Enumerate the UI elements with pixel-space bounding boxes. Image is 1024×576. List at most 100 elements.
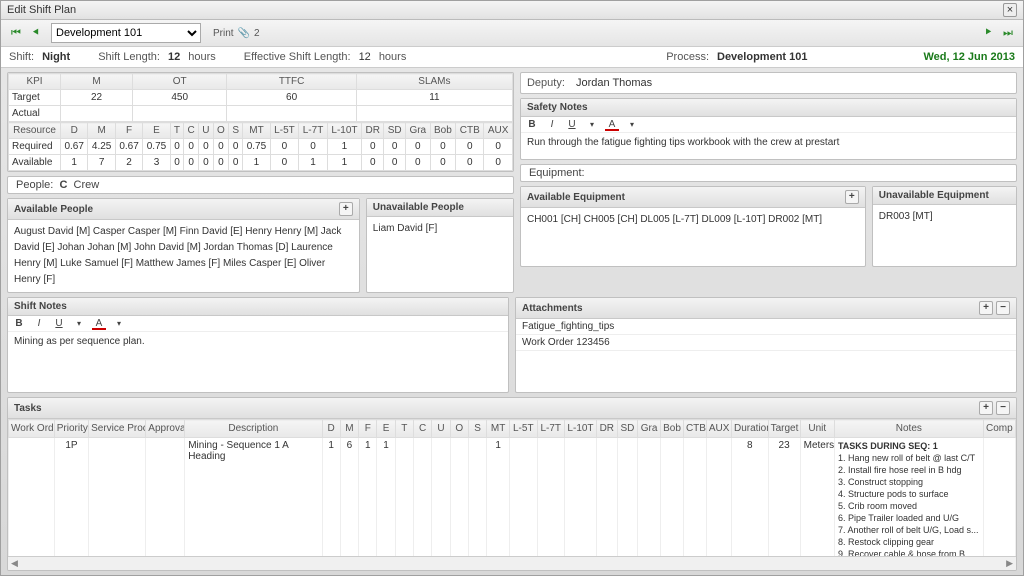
tasks-col[interactable]: O	[450, 420, 468, 438]
resource-table: ResourceDMFETCUOSMTL-5TL-7TL-10TDRSDGraB…	[8, 122, 513, 171]
tasks-col[interactable]: CTB	[683, 420, 706, 438]
tasks-col[interactable]: Unit	[800, 420, 834, 438]
resource-col: C	[184, 123, 199, 139]
remove-task-button[interactable]: −	[996, 401, 1010, 415]
process-label: Process:	[666, 51, 709, 63]
tasks-col[interactable]: Approval	[146, 420, 185, 438]
tasks-col[interactable]: F	[359, 420, 377, 438]
remove-attachment-button[interactable]: −	[996, 301, 1010, 315]
editor-toolbar: B I U ▾ A ▾	[521, 117, 1016, 133]
tasks-col[interactable]: D	[322, 420, 340, 438]
available-people-header: Available People	[14, 204, 93, 215]
scroll-right-icon[interactable]: ▶	[1006, 558, 1013, 569]
underline-button[interactable]: U	[52, 318, 66, 329]
tasks-col[interactable]: T	[395, 420, 413, 438]
resource-col: Gra	[406, 123, 431, 139]
tasks-col[interactable]: Target	[768, 420, 800, 438]
shift-date: Wed, 12 Jun 2013	[923, 51, 1015, 63]
table-row[interactable]: 1PMining - Sequence 1 A Heading16111823M…	[9, 438, 1016, 557]
chevron-down-icon[interactable]: ▾	[112, 319, 126, 328]
resource-col: O	[213, 123, 228, 139]
kpi-panel: KPI M OT TTFC SLAMs Target 22 450 60 11	[7, 72, 514, 172]
shift-summary-bar: Shift: Night Shift Length: 12 hours Effe…	[1, 47, 1023, 68]
tasks-col[interactable]: L-10T	[564, 420, 596, 438]
bold-button[interactable]: B	[525, 119, 539, 130]
tasks-col[interactable]: Notes	[834, 420, 983, 438]
kpi-summary-table: KPI M OT TTFC SLAMs Target 22 450 60 11	[8, 73, 513, 122]
tasks-col[interactable]: MT	[487, 420, 510, 438]
nav-last-icon[interactable]: ⏭	[999, 25, 1017, 41]
unavailable-equipment-list[interactable]: DR003 [MT]	[873, 205, 1016, 263]
chevron-down-icon[interactable]: ▾	[625, 120, 639, 129]
available-equipment-header: Available Equipment	[527, 192, 625, 203]
tasks-col[interactable]: U	[432, 420, 450, 438]
edit-shift-plan-window: Edit Shift Plan × ⏮ ⯇ Development 101 Pr…	[0, 0, 1024, 576]
available-equipment-panel: Available Equipment + CH001 [CH] CH005 […	[520, 186, 866, 267]
shift-notes-header: Shift Notes	[14, 301, 67, 312]
available-equipment-list[interactable]: CH001 [CH] CH005 [CH] DL005 [L-7T] DL009…	[521, 208, 865, 266]
list-item[interactable]: Work Order 123456	[516, 335, 1016, 351]
tasks-col[interactable]: Service Process	[89, 420, 146, 438]
tasks-col[interactable]: Gra	[638, 420, 661, 438]
add-attachment-button[interactable]: +	[979, 301, 993, 315]
attachments-list: Fatigue_fighting_tips Work Order 123456	[516, 319, 1016, 351]
add-people-button[interactable]: +	[339, 202, 353, 216]
underline-button[interactable]: U	[565, 119, 579, 130]
kpi-col: OT	[133, 74, 227, 90]
bold-button[interactable]: B	[12, 318, 26, 329]
unavailable-people-list[interactable]: Liam David [F]	[367, 217, 513, 275]
tasks-col[interactable]: E	[377, 420, 395, 438]
tasks-col[interactable]: Bob	[661, 420, 684, 438]
tasks-col[interactable]: SD	[617, 420, 638, 438]
table-row: Target 22 450 60 11	[9, 90, 513, 106]
list-item[interactable]: Fatigue_fighting_tips	[516, 319, 1016, 335]
editor-toolbar: B I U ▾ A ▾	[8, 316, 508, 332]
tasks-col[interactable]: Priority	[54, 420, 88, 438]
tasks-col[interactable]: Duration	[731, 420, 768, 438]
tasks-table: Work OrderPriorityService ProcessApprova…	[8, 419, 1016, 556]
resource-col: L-5T	[270, 123, 299, 139]
nav-first-icon[interactable]: ⏮	[7, 25, 25, 41]
shift-notes-text[interactable]: Mining as per sequence plan.	[8, 332, 508, 392]
italic-button[interactable]: I	[545, 119, 559, 130]
font-color-button[interactable]: A	[605, 119, 619, 130]
close-icon[interactable]: ×	[1003, 3, 1017, 17]
italic-button[interactable]: I	[32, 318, 46, 329]
chevron-down-icon[interactable]: ▾	[585, 120, 599, 129]
tasks-col[interactable]: L-5T	[510, 420, 537, 438]
tasks-col[interactable]: Comp	[983, 420, 1015, 438]
tasks-col[interactable]: C	[414, 420, 432, 438]
print-button[interactable]: Print 📎 2	[207, 26, 266, 41]
add-equipment-button[interactable]: +	[845, 190, 859, 204]
resource-col: SD	[384, 123, 406, 139]
tasks-col[interactable]: L-7T	[537, 420, 564, 438]
tasks-col[interactable]: AUX	[706, 420, 731, 438]
resource-col: U	[199, 123, 214, 139]
tasks-col[interactable]: DR	[597, 420, 618, 438]
safety-notes-panel: Safety Notes B I U ▾ A ▾ Run through the…	[520, 98, 1017, 160]
chevron-down-icon[interactable]: ▾	[72, 319, 86, 328]
tasks-col[interactable]: M	[340, 420, 358, 438]
tasks-col[interactable]: Description	[185, 420, 322, 438]
resource-col: F	[115, 123, 142, 139]
resource-col: S	[229, 123, 243, 139]
available-people-list[interactable]: August David [M] Casper Casper [M] Finn …	[8, 220, 359, 292]
nav-forward-group: ⯈ ⏭	[979, 25, 1017, 41]
horizontal-scrollbar[interactable]: ◀ ▶	[8, 556, 1016, 570]
nav-next-icon[interactable]: ⯈	[979, 25, 997, 41]
nav-prev-icon[interactable]: ⯇	[27, 25, 45, 41]
tasks-col[interactable]: S	[468, 420, 486, 438]
tasks-col[interactable]: Work Order	[9, 420, 55, 438]
deputy-row: Deputy: Jordan Thomas	[520, 72, 1017, 94]
add-task-button[interactable]: +	[979, 401, 993, 415]
resource-col: M	[88, 123, 115, 139]
shift-length-value: 12	[168, 51, 180, 63]
process-select[interactable]: Development 101	[51, 23, 201, 43]
safety-notes-text[interactable]: Run through the fatigue fighting tips wo…	[521, 133, 1016, 159]
table-row: Actual	[9, 106, 513, 122]
font-color-button[interactable]: A	[92, 318, 106, 329]
resource-col: L-7T	[299, 123, 328, 139]
shift-label: Shift:	[9, 51, 34, 63]
available-people-panel: Available People + August David [M] Casp…	[7, 198, 360, 293]
scroll-left-icon[interactable]: ◀	[11, 558, 18, 569]
